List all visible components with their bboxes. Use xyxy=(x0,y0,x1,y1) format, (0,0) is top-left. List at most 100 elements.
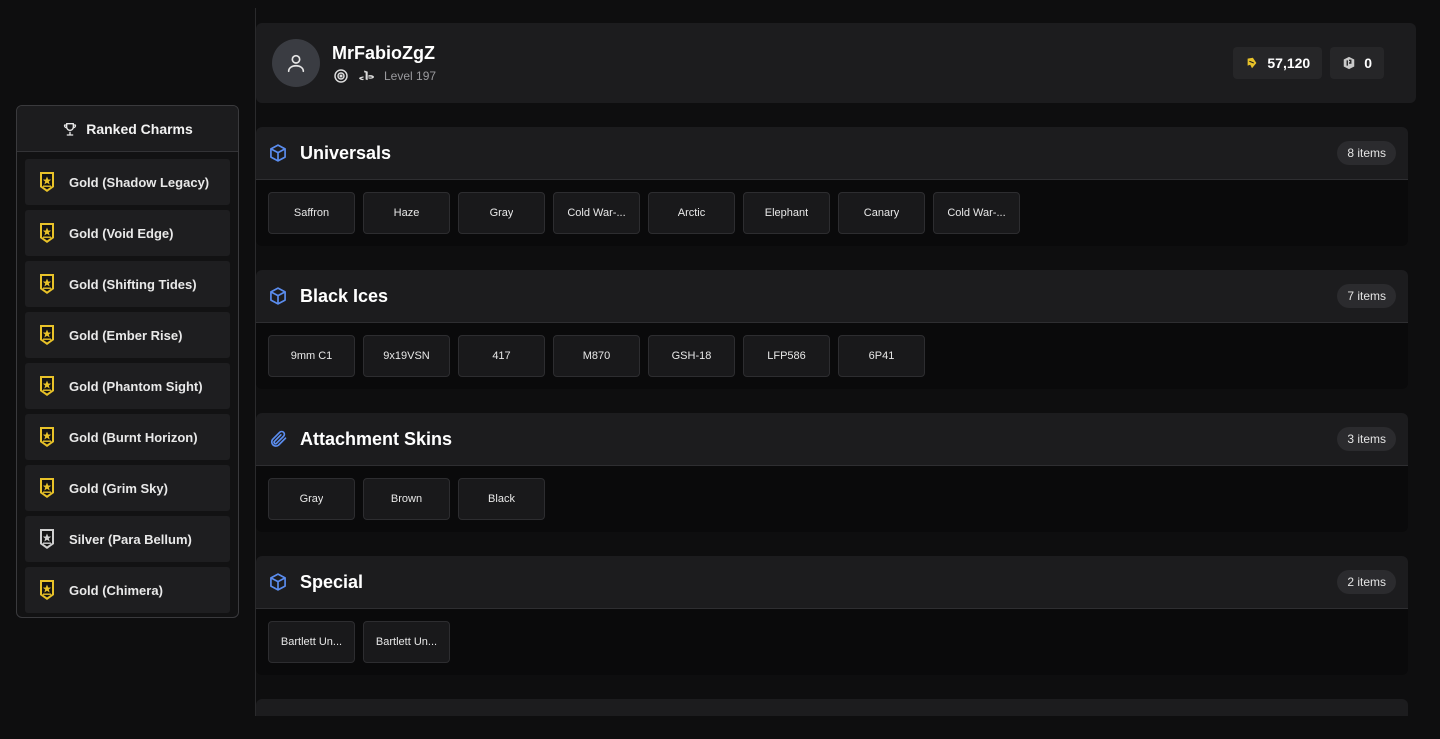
items-row: Saffron Haze Gray Cold War-... Arctic Elephan… xyxy=(256,180,1408,246)
item-chip[interactable]: Canary xyxy=(838,192,925,234)
charm-item-label: Gold (Shadow Legacy) xyxy=(69,174,210,190)
item-chip[interactable]: Gray xyxy=(458,192,545,234)
item-chip-label: LFP586 xyxy=(767,350,806,362)
playstation-icon xyxy=(359,69,375,80)
item-chip[interactable]: Arctic xyxy=(648,192,735,234)
item-chip-label: Bartlett Un... xyxy=(280,636,343,648)
renown-value: 57,120 xyxy=(1267,55,1311,71)
ranked-charms-title: Ranked Charms xyxy=(86,120,193,137)
charm-item[interactable]: Gold (Phantom Sight) xyxy=(25,363,230,409)
gold-rank-charm-icon xyxy=(40,274,54,294)
cube-icon xyxy=(270,144,286,162)
item-chip[interactable]: LFP586 xyxy=(743,335,830,377)
avatar[interactable] xyxy=(272,39,320,87)
cube-icon xyxy=(270,573,286,591)
item-chip[interactable]: M870 xyxy=(553,335,640,377)
charm-item-label: Gold (Burnt Horizon) xyxy=(69,429,198,445)
charm-item-label: Gold (Phantom Sight) xyxy=(69,378,203,394)
trophy-icon xyxy=(64,122,77,136)
item-count-badge: 8 items xyxy=(1337,141,1396,165)
item-chip[interactable]: Black xyxy=(458,478,545,520)
item-chip[interactable]: Cold War-... xyxy=(933,192,1020,234)
section-header[interactable]: Attachment Skins 3 items xyxy=(256,413,1408,466)
item-chip-label: 6P41 xyxy=(868,350,895,362)
charm-item[interactable]: Gold (Void Edge) xyxy=(25,210,230,256)
charm-item-label: Gold (Chimera) xyxy=(69,582,163,598)
items-row: 9mm C1 9x19VSN 417 M870 GSH-18 LFP586 6P41 xyxy=(256,323,1408,389)
item-chip-label: Elephant xyxy=(764,207,809,219)
item-chip[interactable]: Cold War-... xyxy=(553,192,640,234)
section-title: Attachment Skins xyxy=(300,428,453,449)
item-chip-label: 9x19VSN xyxy=(383,350,430,362)
item-count-badge: 7 items xyxy=(1337,284,1396,308)
item-chip-label: Gray xyxy=(299,493,324,505)
charm-item[interactable]: Gold (Burnt Horizon) xyxy=(25,414,230,460)
section-header[interactable]: Black Ices 7 items xyxy=(256,270,1408,323)
gold-rank-charm-icon xyxy=(40,325,54,345)
charm-item-label: Gold (Void Edge) xyxy=(69,225,174,241)
item-chip-label: Saffron xyxy=(293,207,330,219)
ranked-charms-panel: Ranked Charms Gold (Shadow Legacy) Gold … xyxy=(16,105,239,618)
profile-info: MrFabioZgZ Level 197 xyxy=(332,43,436,84)
charm-item[interactable]: Gold (Ember Rise) xyxy=(25,312,230,358)
item-chip[interactable]: Bartlett Un... xyxy=(268,621,355,663)
gold-rank-charm-icon xyxy=(40,223,54,243)
item-chip-label: M870 xyxy=(582,350,611,362)
currency-group: 57,120 0 xyxy=(1233,47,1384,79)
item-chip[interactable]: Haze xyxy=(363,192,450,234)
section-title: Universals xyxy=(300,142,392,163)
section-title: Special xyxy=(300,571,364,592)
gold-rank-charm-icon xyxy=(40,580,54,600)
items-row: Bartlett Un... Bartlett Un... xyxy=(256,609,1408,675)
charm-list: Gold (Shadow Legacy) Gold (Void Edge) Go… xyxy=(17,152,238,617)
charm-item[interactable]: Gold (Shifting Tides) xyxy=(25,261,230,307)
item-chip[interactable]: GSH-18 xyxy=(648,335,735,377)
charm-item[interactable]: Gold (Chimera) xyxy=(25,567,230,613)
charm-item-label: Gold (Grim Sky) xyxy=(69,480,168,496)
charm-item[interactable]: Silver (Para Bellum) xyxy=(25,516,230,562)
item-section: Black Ices 7 items 9mm C1 9x19VSN 417 M870 G… xyxy=(256,270,1408,389)
item-count-badge: 3 items xyxy=(1337,427,1396,451)
item-chip[interactable]: 6P41 xyxy=(838,335,925,377)
charm-item[interactable]: Gold (Grim Sky) xyxy=(25,465,230,511)
item-chip-label: Cold War-... xyxy=(947,207,1006,219)
item-chip-label: Cold War-... xyxy=(567,207,626,219)
charm-item-label: Silver (Para Bellum) xyxy=(69,531,192,547)
renown-icon xyxy=(1248,57,1257,69)
items-row: Gray Brown Black xyxy=(256,466,1408,532)
charm-item-label: Gold (Shifting Tides) xyxy=(69,276,197,292)
renown-balance: 57,120 xyxy=(1233,47,1323,79)
item-chip-label: Bartlett Un... xyxy=(375,636,438,648)
item-chip-label: Gray xyxy=(489,207,514,219)
user-icon xyxy=(287,54,305,73)
charm-item-label: Gold (Ember Rise) xyxy=(69,327,183,343)
profile-header: MrFabioZgZ Level 197 57,120 0 xyxy=(256,23,1416,103)
r6-credits-value: 0 xyxy=(1364,55,1372,71)
item-chip[interactable]: Elephant xyxy=(743,192,830,234)
section-header[interactable]: Universals 8 items xyxy=(256,127,1408,180)
item-chip[interactable]: Gray xyxy=(268,478,355,520)
item-count-badge: 2 items xyxy=(1337,570,1396,594)
silver-rank-charm-icon xyxy=(40,529,54,549)
item-chip-label: Canary xyxy=(863,207,900,219)
item-chip-label: GSH-18 xyxy=(671,350,712,362)
item-section: Special 2 items Bartlett Un... Bartlett U… xyxy=(256,556,1408,675)
item-chip[interactable]: Brown xyxy=(363,478,450,520)
item-chip[interactable]: 9x19VSN xyxy=(363,335,450,377)
item-chip-label: 9mm C1 xyxy=(290,350,333,362)
item-chip-label: Black xyxy=(488,493,515,505)
username: MrFabioZgZ xyxy=(332,42,435,63)
item-chip[interactable]: 9mm C1 xyxy=(268,335,355,377)
item-chip[interactable]: 417 xyxy=(458,335,545,377)
ranked-charms-header: Ranked Charms xyxy=(17,106,238,152)
gold-rank-charm-icon xyxy=(40,376,54,396)
item-chip[interactable]: Saffron xyxy=(268,192,355,234)
item-chip[interactable]: Bartlett Un... xyxy=(363,621,450,663)
item-chip-label: Arctic xyxy=(677,207,706,219)
item-section: Universals 8 items Saffron Haze Gray Cold W… xyxy=(256,127,1408,246)
item-chip-label: 417 xyxy=(492,350,511,362)
item-chip-label: Haze xyxy=(393,207,420,219)
section-header[interactable]: Special 2 items xyxy=(256,556,1408,609)
charm-item[interactable]: Gold (Shadow Legacy) xyxy=(25,159,230,205)
next-section-header xyxy=(256,699,1408,716)
